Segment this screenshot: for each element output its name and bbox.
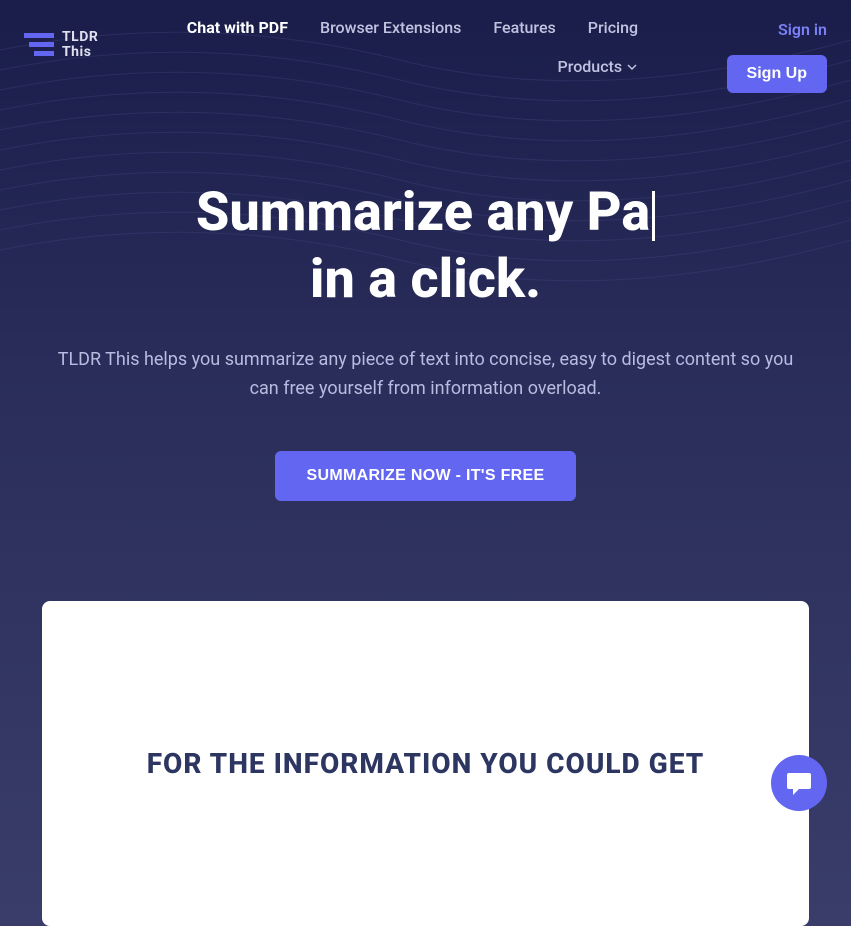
nav-row-2: Products <box>558 57 639 76</box>
video-container[interactable]: FOR THE INFORMATION YOU COULD GET <box>42 601 809 926</box>
nav-pricing[interactable]: Pricing <box>588 18 638 37</box>
nav-products[interactable]: Products <box>558 57 639 76</box>
hero-title-text: Summarize any Pa <box>196 181 650 244</box>
nav-row-1: Chat with PDF Browser Extensions Feature… <box>187 18 638 37</box>
nav-features[interactable]: Features <box>493 18 555 37</box>
signup-button[interactable]: Sign Up <box>727 55 827 93</box>
nav-products-label: Products <box>558 57 623 76</box>
header: TLDR This Chat with PDF Browser Extensio… <box>0 0 851 103</box>
hero-section: Summarize any Pa in a click. TLDR This h… <box>0 103 851 541</box>
nav-chat-with-pdf[interactable]: Chat with PDF <box>187 18 288 37</box>
header-right: Sign in Sign Up <box>727 10 827 93</box>
logo[interactable]: TLDR This <box>24 30 98 61</box>
signin-link[interactable]: Sign in <box>778 20 827 39</box>
typing-cursor-icon <box>652 191 655 241</box>
summarize-now-button[interactable]: SUMMARIZE NOW - IT'S FREE <box>275 451 577 501</box>
chat-icon <box>785 769 813 797</box>
hero-title-line1: Summarize any Pa <box>40 183 811 242</box>
chat-widget-button[interactable] <box>771 755 827 811</box>
nav-browser-extensions[interactable]: Browser Extensions <box>320 18 461 37</box>
logo-text: TLDR This <box>62 30 98 61</box>
hero-title-line2: in a click. <box>40 250 811 309</box>
nav-main: Chat with PDF Browser Extensions Feature… <box>187 10 638 76</box>
logo-icon <box>24 33 54 57</box>
video-caption: FOR THE INFORMATION YOU COULD GET <box>147 747 705 780</box>
hero-subtitle: TLDR This helps you summarize any piece … <box>46 346 806 404</box>
chevron-down-icon <box>626 61 638 73</box>
